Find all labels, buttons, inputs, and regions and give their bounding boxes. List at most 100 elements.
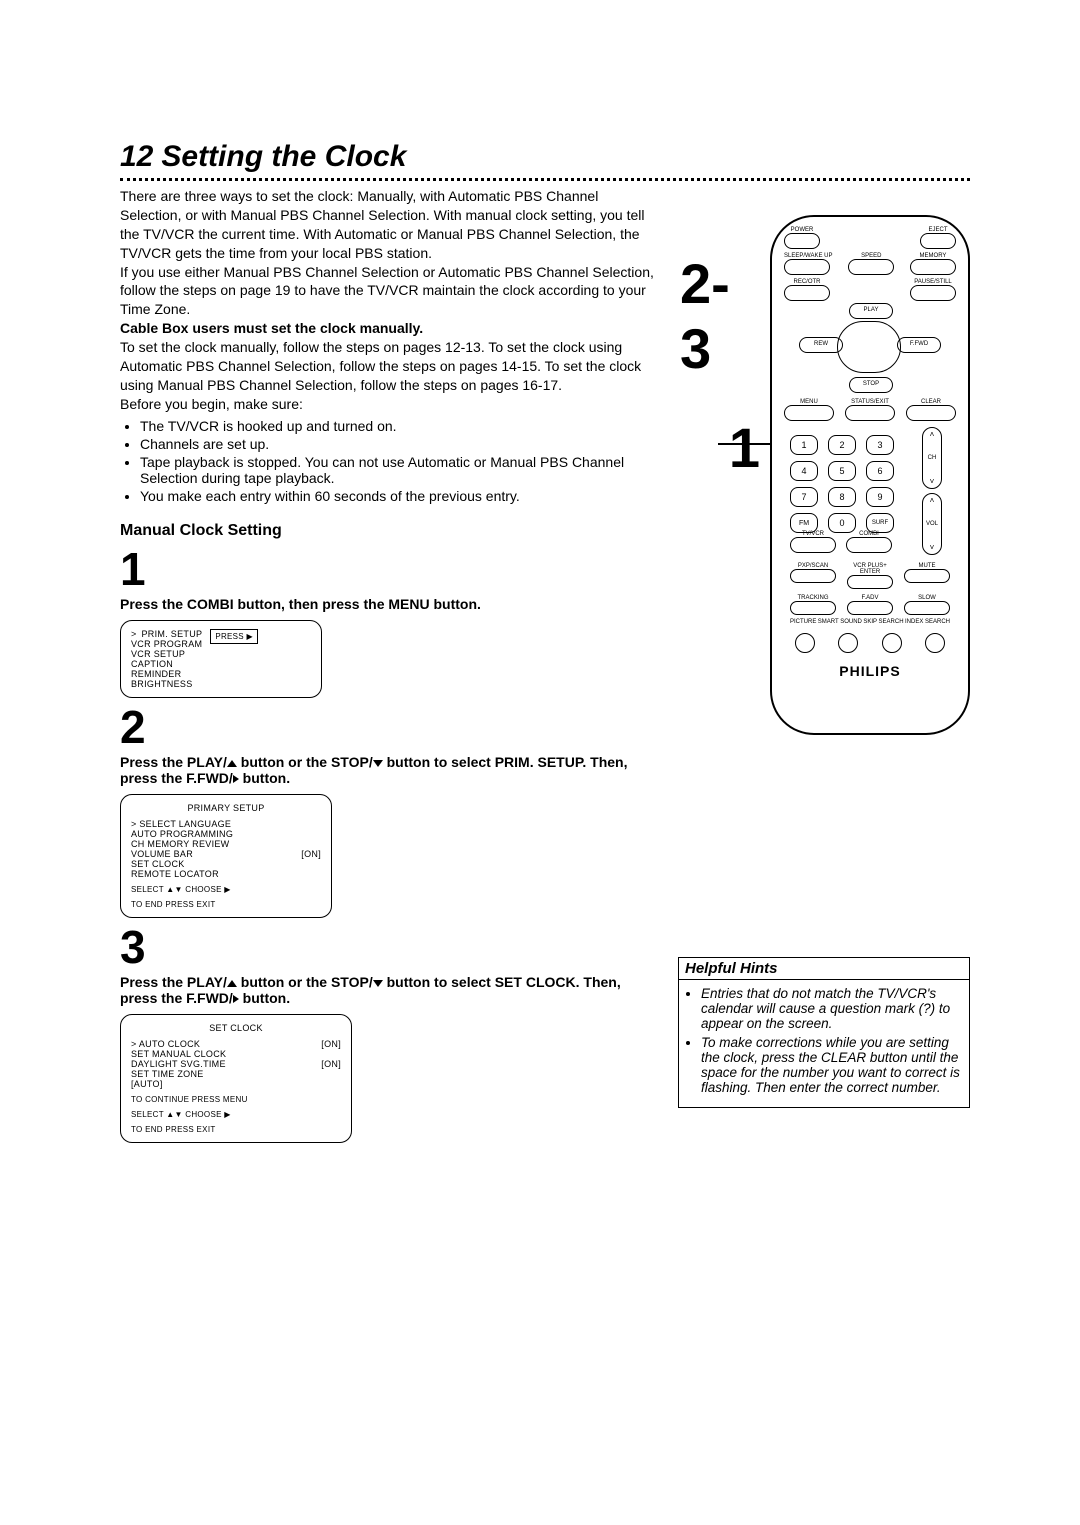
tracking-button[interactable] (790, 601, 836, 615)
channel-rocker[interactable]: ˄CH˅ (922, 427, 942, 489)
right-column: 2-3 1 POWER EJECT SLEEP/WAKE UP SPEED ME… (680, 187, 970, 1143)
list-item: Channels are set up. (140, 436, 660, 452)
osd-item: REMOTE LOCATOR (131, 869, 219, 879)
num-1-button[interactable]: 1 (790, 435, 818, 455)
power-button[interactable] (784, 233, 820, 249)
osd-value: [ON] (301, 849, 321, 859)
osd-footer: SELECT ▲▼ CHOOSE ▶ (131, 1110, 341, 1119)
osd-item: VCR SETUP (131, 649, 202, 659)
osd-item: SET CLOCK (131, 859, 185, 869)
osd-item: SELECT LANGUAGE (139, 819, 231, 829)
osd-item: SET MANUAL CLOCK (131, 1049, 226, 1059)
skip-search-button[interactable] (882, 633, 902, 653)
step-1-number: 1 (120, 546, 660, 592)
tv-vcr-button[interactable] (790, 537, 836, 553)
osd-item: AUTO PROGRAMMING (131, 829, 233, 839)
eject-label: EJECT (920, 227, 956, 233)
volume-rocker[interactable]: ˄VOL˅ (922, 493, 942, 555)
helpful-hints-title: Helpful Hints (678, 957, 970, 980)
callout-1: 1 (729, 415, 760, 480)
osd-value: [ON] (321, 1039, 341, 1049)
osd-item: [AUTO] (131, 1079, 163, 1089)
num-4-button[interactable]: 4 (790, 461, 818, 481)
num-2-button[interactable]: 2 (828, 435, 856, 455)
ffwd-button[interactable]: F.FWD (897, 337, 941, 353)
pause-button[interactable] (910, 285, 956, 301)
dotted-divider (120, 178, 970, 181)
rec-button[interactable] (784, 285, 830, 301)
remote-control-illustration: POWER EJECT SLEEP/WAKE UP SPEED MEMORY R… (770, 215, 970, 735)
section-heading: Manual Clock Setting (120, 522, 660, 540)
num-6-button[interactable]: 6 (866, 461, 894, 481)
status-label: STATUS/EXIT (845, 399, 895, 405)
osd-marker: > (131, 629, 137, 639)
index-label: INDEX SEARCH (905, 619, 950, 625)
osd-value: [ON] (321, 1059, 341, 1069)
osd-footer: TO END PRESS EXIT (131, 1125, 341, 1134)
nav-cluster: PLAY STOP REW F.FWD (795, 303, 945, 393)
osd-title: PRIMARY SETUP (131, 803, 321, 813)
callout-line (718, 443, 770, 445)
num-5-button[interactable]: 5 (828, 461, 856, 481)
page-title: Setting the Clock (161, 140, 406, 174)
picture-label: PICTURE (790, 619, 816, 625)
num-0-button[interactable]: 0 (828, 513, 856, 533)
frame-advance-button[interactable] (847, 601, 893, 615)
osd-item: BRIGHTNESS (131, 679, 202, 689)
osd-item: SET TIME ZONE (131, 1069, 204, 1079)
mute-button[interactable] (904, 569, 950, 583)
stop-button[interactable]: STOP (849, 377, 893, 393)
num-8-button[interactable]: 8 (828, 487, 856, 507)
osd-item: VCR PROGRAM (131, 639, 202, 649)
combi-button[interactable] (846, 537, 892, 553)
step-2-number: 2 (120, 704, 660, 750)
sound-label: SMART SOUND (818, 619, 862, 625)
vcr-plus-button[interactable] (847, 575, 893, 589)
hint-item: To make corrections while you are settin… (701, 1035, 961, 1095)
callout-2-3: 2-3 (680, 251, 760, 381)
step-3-text: Press the PLAY/ button or the STOP/ butt… (120, 974, 660, 1006)
pause-label: PAUSE/STILL (910, 279, 956, 285)
before-you-begin: Before you begin, make sure: (120, 395, 660, 414)
slow-button[interactable] (904, 601, 950, 615)
step-2-text: Press the PLAY/ button or the STOP/ butt… (120, 754, 660, 786)
osd-menu-3: SET CLOCK > AUTO CLOCK[ON] SET MANUAL CL… (120, 1014, 352, 1143)
sleep-button[interactable] (784, 259, 830, 275)
surf-button[interactable]: SURF (866, 513, 894, 533)
step-3-number: 3 (120, 924, 660, 970)
pxp-scan-button[interactable] (790, 569, 836, 583)
status-exit-button[interactable] (845, 405, 895, 421)
smart-sound-button[interactable] (838, 633, 858, 653)
step-1-text: Press the COMBI button, then press the M… (120, 596, 660, 612)
speed-button[interactable] (848, 259, 894, 275)
intro-paragraph-1: There are three ways to set the clock: M… (120, 187, 660, 263)
osd-footer: TO CONTINUE PRESS MENU (131, 1095, 341, 1104)
rew-button[interactable]: REW (799, 337, 843, 353)
smart-picture-button[interactable] (795, 633, 815, 653)
num-7-button[interactable]: 7 (790, 487, 818, 507)
play-button[interactable]: PLAY (849, 303, 893, 319)
list-item: Tape playback is stopped. You can not us… (140, 454, 660, 486)
index-search-button[interactable] (925, 633, 945, 653)
eject-button[interactable] (920, 233, 956, 249)
cable-box-note: Cable Box users must set the clock manua… (120, 319, 660, 338)
memory-button[interactable] (910, 259, 956, 275)
osd-menu-1: > PRIM. SETUP VCR PROGRAM VCR SETUP CAPT… (120, 620, 322, 698)
num-3-button[interactable]: 3 (866, 435, 894, 455)
osd-item: AUTO CLOCK (139, 1039, 200, 1049)
osd-item: CAPTION (131, 659, 202, 669)
osd-item: REMINDER (131, 669, 202, 679)
left-column: There are three ways to set the clock: M… (120, 187, 660, 1143)
fm-button[interactable]: FM (790, 513, 818, 533)
hint-item: Entries that do not match the TV/VCR's c… (701, 986, 961, 1031)
number-pad: 1 2 3 4 5 6 7 8 9 FM 0 SURF (790, 435, 894, 533)
list-item: You make each entry within 60 seconds of… (140, 488, 660, 504)
clear-button[interactable] (906, 405, 956, 421)
skip-label: SKIP SEARCH (863, 619, 903, 625)
num-9-button[interactable]: 9 (866, 487, 894, 507)
down-triangle-icon (373, 760, 383, 767)
menu-button[interactable] (784, 405, 834, 421)
brand-logo: PHILIPS (839, 663, 900, 679)
page-header: 12 Setting the Clock (120, 140, 970, 174)
osd-item: CH MEMORY REVIEW (131, 839, 229, 849)
